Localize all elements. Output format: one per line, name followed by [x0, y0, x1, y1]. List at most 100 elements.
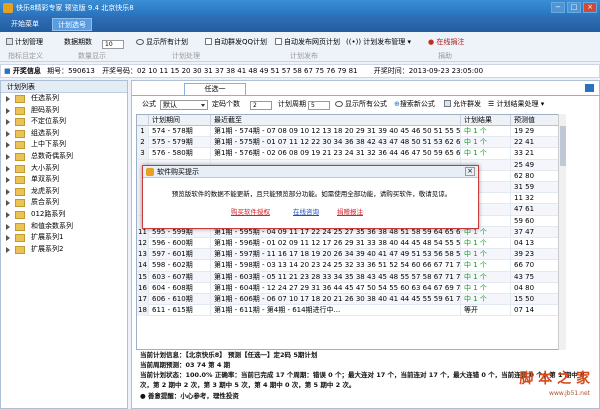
- row-period: 606 - 610期: [149, 294, 211, 305]
- tree-item[interactable]: 组选系列: [1, 128, 127, 140]
- tab-plan-select[interactable]: 计划选号: [52, 18, 92, 31]
- show-all-plans-toggle[interactable]: 显示所有计划: [136, 37, 188, 47]
- table-row[interactable]: 13 597 - 601期 第1期 - 597期 - 11 16 17 18 19 …: [137, 249, 559, 261]
- expand-arrow-icon[interactable]: [6, 188, 10, 195]
- summary-plan-info: 当前计划信息：【北京快乐8】 预测【任选一】定2码 5期计划: [140, 351, 318, 359]
- tree-item[interactable]: 扩展系列2: [1, 244, 127, 256]
- expand-arrow-icon[interactable]: [6, 246, 10, 253]
- expand-arrow-icon[interactable]: [6, 119, 10, 126]
- fixed-count-stepper[interactable]: 2: [250, 98, 272, 110]
- row-value: 25 49: [511, 160, 559, 171]
- tree-item-label: 任选系列: [31, 94, 59, 102]
- show-all-formula-toggle[interactable]: 显示所有公式: [335, 99, 387, 109]
- maximize-button[interactable]: □: [567, 2, 581, 13]
- expand-arrow-icon[interactable]: [6, 223, 10, 230]
- tree-item[interactable]: 任选系列: [1, 93, 127, 105]
- row-latest: 第1期 - 604期 - 12 24 27 29 31 36 44 45 47 …: [211, 282, 461, 294]
- expand-arrow-icon[interactable]: [6, 153, 10, 160]
- tree-item[interactable]: 和值余数系列: [1, 221, 127, 233]
- expand-arrow-icon[interactable]: [6, 130, 10, 137]
- tree-item[interactable]: 012路系列: [1, 209, 127, 221]
- plan-manage-button[interactable]: 计划管理: [6, 37, 43, 47]
- online-donate-label: 在线捐注: [436, 38, 465, 46]
- row-index: 15: [137, 271, 149, 283]
- folder-icon: [15, 152, 25, 161]
- formula-select[interactable]: 默认: [160, 98, 208, 110]
- toolbar: 计划管理 数据期数 10 显示所有计划 自动群发QQ计划 自动发布网页计划 ((…: [0, 32, 600, 62]
- row-index: 14: [137, 260, 149, 272]
- tab-pick-one[interactable]: 任选一: [184, 83, 246, 95]
- row-result: 中 1 个: [461, 282, 511, 294]
- table-row[interactable]: 3 576 - 580期 第1期 - 576期 - 02 06 08 09 19 2…: [137, 148, 559, 160]
- expand-arrow-icon[interactable]: [6, 177, 10, 184]
- row-index: 16: [137, 282, 149, 294]
- row-result: 中 1 个: [461, 137, 511, 149]
- auto-qq-checkbox[interactable]: 自动群发QQ计划: [205, 37, 267, 47]
- plan-publish-manage-dropdown[interactable]: ((•)) 计划发布管理 ▾: [346, 37, 411, 47]
- tree-item[interactable]: 龙虎系列: [1, 186, 127, 198]
- folder-icon: [15, 164, 25, 173]
- tree-item[interactable]: 总数奇偶系列: [1, 151, 127, 163]
- row-latest: 第1期 - 574期 - 07 08 09 10 12 13 18 20 29 …: [211, 126, 461, 137]
- col-value-header[interactable]: 预测值: [511, 115, 559, 126]
- buy-license-link[interactable]: 购买软件授权: [231, 206, 270, 216]
- table-row[interactable]: 2 575 - 579期 第1期 - 575期 - 01 07 11 12 22 3…: [137, 137, 559, 149]
- toolbar-group-label: 计划处理: [172, 52, 200, 60]
- panel-menu-icon[interactable]: [585, 84, 594, 92]
- online-consult-link[interactable]: 在线咨询: [293, 206, 319, 216]
- table-scrollbar[interactable]: [558, 114, 566, 350]
- col-period-header[interactable]: 计划期间: [149, 115, 211, 126]
- row-index: 12: [137, 238, 149, 249]
- row-index: 1: [137, 126, 149, 137]
- info-label: 开奖信息: [12, 67, 41, 75]
- expand-arrow-icon[interactable]: [6, 200, 10, 207]
- col-index-header[interactable]: [137, 115, 149, 126]
- tree-item[interactable]: 不定位系列: [1, 116, 127, 128]
- expand-arrow-icon[interactable]: [6, 142, 10, 149]
- tree-item-label: 上中下系列: [31, 140, 66, 149]
- tree-item[interactable]: 单双系列: [1, 174, 127, 186]
- plan-period-stepper[interactable]: 5: [308, 98, 330, 110]
- data-periods-stepper[interactable]: 10: [102, 37, 124, 49]
- table-row[interactable]: 12 596 - 600期 第1期 - 596期 - 01 02 09 11 12 …: [137, 238, 559, 250]
- allow-group-checkbox[interactable]: 允许群发: [444, 99, 481, 109]
- tree-item[interactable]: 扩展系列1: [1, 232, 127, 244]
- table-row[interactable]: 16 604 - 608期 第1期 - 604期 - 12 24 27 29 31 …: [137, 282, 559, 294]
- online-donate-button[interactable]: ● 在线捐注: [428, 37, 464, 47]
- close-button[interactable]: ×: [583, 2, 597, 13]
- table-row[interactable]: 15 603 - 607期 第1期 - 603期 - 05 11 21 23 28 …: [137, 271, 559, 283]
- tree-item[interactable]: 胆码系列: [1, 105, 127, 117]
- expand-arrow-icon[interactable]: [6, 107, 10, 114]
- plan-tree[interactable]: 任选系列胆码系列 不定位系列 组选系列 上中下系列总数奇偶系列 大小系列 单双系列 龙虎系列…: [1, 93, 127, 255]
- expand-arrow-icon[interactable]: [6, 211, 10, 218]
- tree-item[interactable]: 质合系列: [1, 197, 127, 209]
- purchase-dialog: 软件购买提示 × 预览版软件的数据不能更新，且只能预览部分功能。如需使用全部功能…: [142, 165, 479, 229]
- minimize-button[interactable]: −: [551, 2, 565, 13]
- broadcast-icon: ((•)): [346, 38, 364, 46]
- scrollbar-thumb[interactable]: [560, 126, 566, 166]
- expand-arrow-icon[interactable]: [6, 96, 10, 102]
- folder-icon: [15, 118, 25, 127]
- table-row[interactable]: 18 611 - 615期 第1期 - 611期 - 第4期 - 614期进行中..…: [137, 305, 559, 317]
- donate-link[interactable]: 捐赠报注: [337, 206, 363, 216]
- row-value: 62 80: [511, 171, 559, 182]
- lottery-info-bar: ■ 开奖信息 期号：590613 开奖号码：02 10 11 15 20 30 …: [0, 64, 600, 78]
- row-value: 07 14: [511, 305, 559, 316]
- col-latest-header[interactable]: 最近截至: [211, 115, 461, 126]
- tab-start-menu[interactable]: 开始菜单: [6, 18, 44, 31]
- tree-item[interactable]: 上中下系列: [1, 139, 127, 151]
- folder-icon: [15, 187, 25, 196]
- table-row[interactable]: 14 598 - 602期 第1期 - 598期 - 03 13 14 20 23 …: [137, 260, 559, 272]
- dialog-close-icon[interactable]: ×: [465, 167, 475, 176]
- tree-item[interactable]: 大小系列: [1, 163, 127, 175]
- result-process-dropdown[interactable]: ☰ 计划结果处理 ▾: [488, 99, 544, 109]
- table-row[interactable]: 1 574 - 578期 第1期 - 574期 - 07 08 09 10 12 1…: [137, 126, 559, 138]
- table-row[interactable]: 17 606 - 610期 第1期 - 606期 - 06 07 10 17 18 …: [137, 294, 559, 306]
- auto-web-checkbox[interactable]: 自动发布网页计划: [275, 37, 340, 47]
- row-result: 中 1 个: [461, 126, 511, 137]
- search-formula-button[interactable]: ⊕搜索新公式: [394, 99, 435, 109]
- row-latest: 第1期 - 598期 - 03 13 14 20 23 24 25 32 33 …: [211, 260, 461, 272]
- col-result-header[interactable]: 计划结果: [461, 115, 511, 126]
- expand-arrow-icon[interactable]: [6, 235, 10, 242]
- expand-arrow-icon[interactable]: [6, 165, 10, 172]
